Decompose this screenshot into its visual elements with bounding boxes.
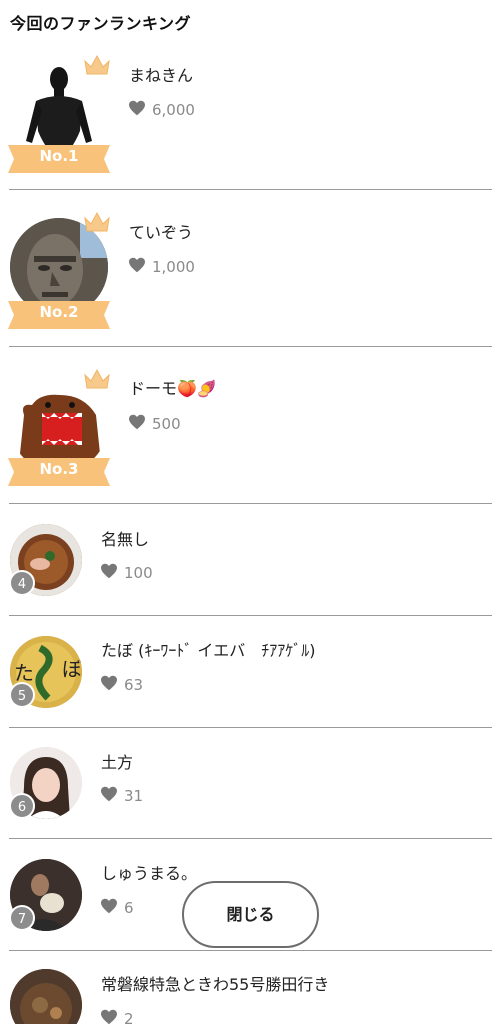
- ranking-item-5[interactable]: たぼ 5 たぼ (ｷｰﾜｰﾄﾞ イエバ ﾁｱｱｹﾞﾙ) 63: [0, 616, 501, 728]
- likes-row: 100: [100, 563, 153, 583]
- fan-name: まねきん: [129, 66, 194, 85]
- heart-icon: [100, 675, 118, 695]
- likes-row: 31: [100, 786, 143, 806]
- ranking-item-2[interactable]: No.2 ていぞう 1,000: [0, 190, 501, 347]
- fan-name: 常磐線特急ときわ55号勝田行き: [101, 975, 330, 994]
- heart-icon: [128, 414, 146, 434]
- rank-badge: 5: [9, 682, 35, 708]
- close-button[interactable]: 閉じる: [182, 881, 319, 948]
- svg-text:ぼ: ぼ: [62, 657, 82, 681]
- rank-badge: 4: [9, 570, 35, 596]
- rank-badge: 6: [9, 793, 35, 819]
- ranking-item-1[interactable]: No.1 まねきん 6,000: [0, 33, 501, 190]
- heart-icon: [128, 100, 146, 120]
- likes-count: 63: [124, 676, 144, 694]
- fan-name: 土方: [101, 753, 134, 772]
- heart-icon: [100, 786, 118, 806]
- fan-name: たぼ (ｷｰﾜｰﾄﾞ イエバ ﾁｱｱｹﾞﾙ): [101, 641, 316, 660]
- ranking-item-4[interactable]: 4 名無し 100: [0, 504, 501, 616]
- likes-row: 63: [100, 675, 143, 695]
- likes-count: 1,000: [152, 258, 195, 276]
- likes-count: 500: [152, 415, 181, 433]
- likes-row: 6,000: [128, 100, 195, 120]
- likes-row: 500: [128, 414, 181, 434]
- fan-name: ドーモ🍑🍠: [129, 379, 217, 398]
- fan-name: しゅうまる。: [101, 864, 198, 883]
- rank-label: No.2: [39, 303, 79, 321]
- likes-row: 2: [100, 1009, 134, 1024]
- heart-icon: [128, 257, 146, 277]
- likes-count: 2: [124, 1010, 134, 1024]
- heart-icon: [100, 1009, 118, 1024]
- likes-count: 6: [124, 899, 134, 917]
- rank-label: No.1: [39, 147, 79, 165]
- rank-badge: 7: [9, 905, 35, 931]
- likes-count: 6,000: [152, 101, 195, 119]
- ranking-item-8[interactable]: 常磐線特急ときわ55号勝田行き 2: [0, 951, 501, 1024]
- ranking-item-6[interactable]: 6 土方 31: [0, 727, 501, 839]
- crown-icon: [82, 53, 112, 77]
- rank-label: No.3: [39, 460, 79, 478]
- likes-row: 1,000: [128, 257, 195, 277]
- likes-row: 6: [100, 898, 134, 918]
- crown-icon: [82, 367, 112, 391]
- crown-icon: [82, 210, 112, 234]
- likes-count: 31: [124, 787, 144, 805]
- heart-icon: [100, 898, 118, 918]
- likes-count: 100: [124, 564, 153, 582]
- fan-name: 名無し: [101, 530, 150, 549]
- fan-name: ていぞう: [129, 223, 194, 242]
- ranking-item-3[interactable]: No.3 ドーモ🍑🍠 500: [0, 347, 501, 504]
- heart-icon: [100, 563, 118, 583]
- avatar: [10, 969, 82, 1024]
- page-title: 今回のファンランキング: [10, 14, 192, 33]
